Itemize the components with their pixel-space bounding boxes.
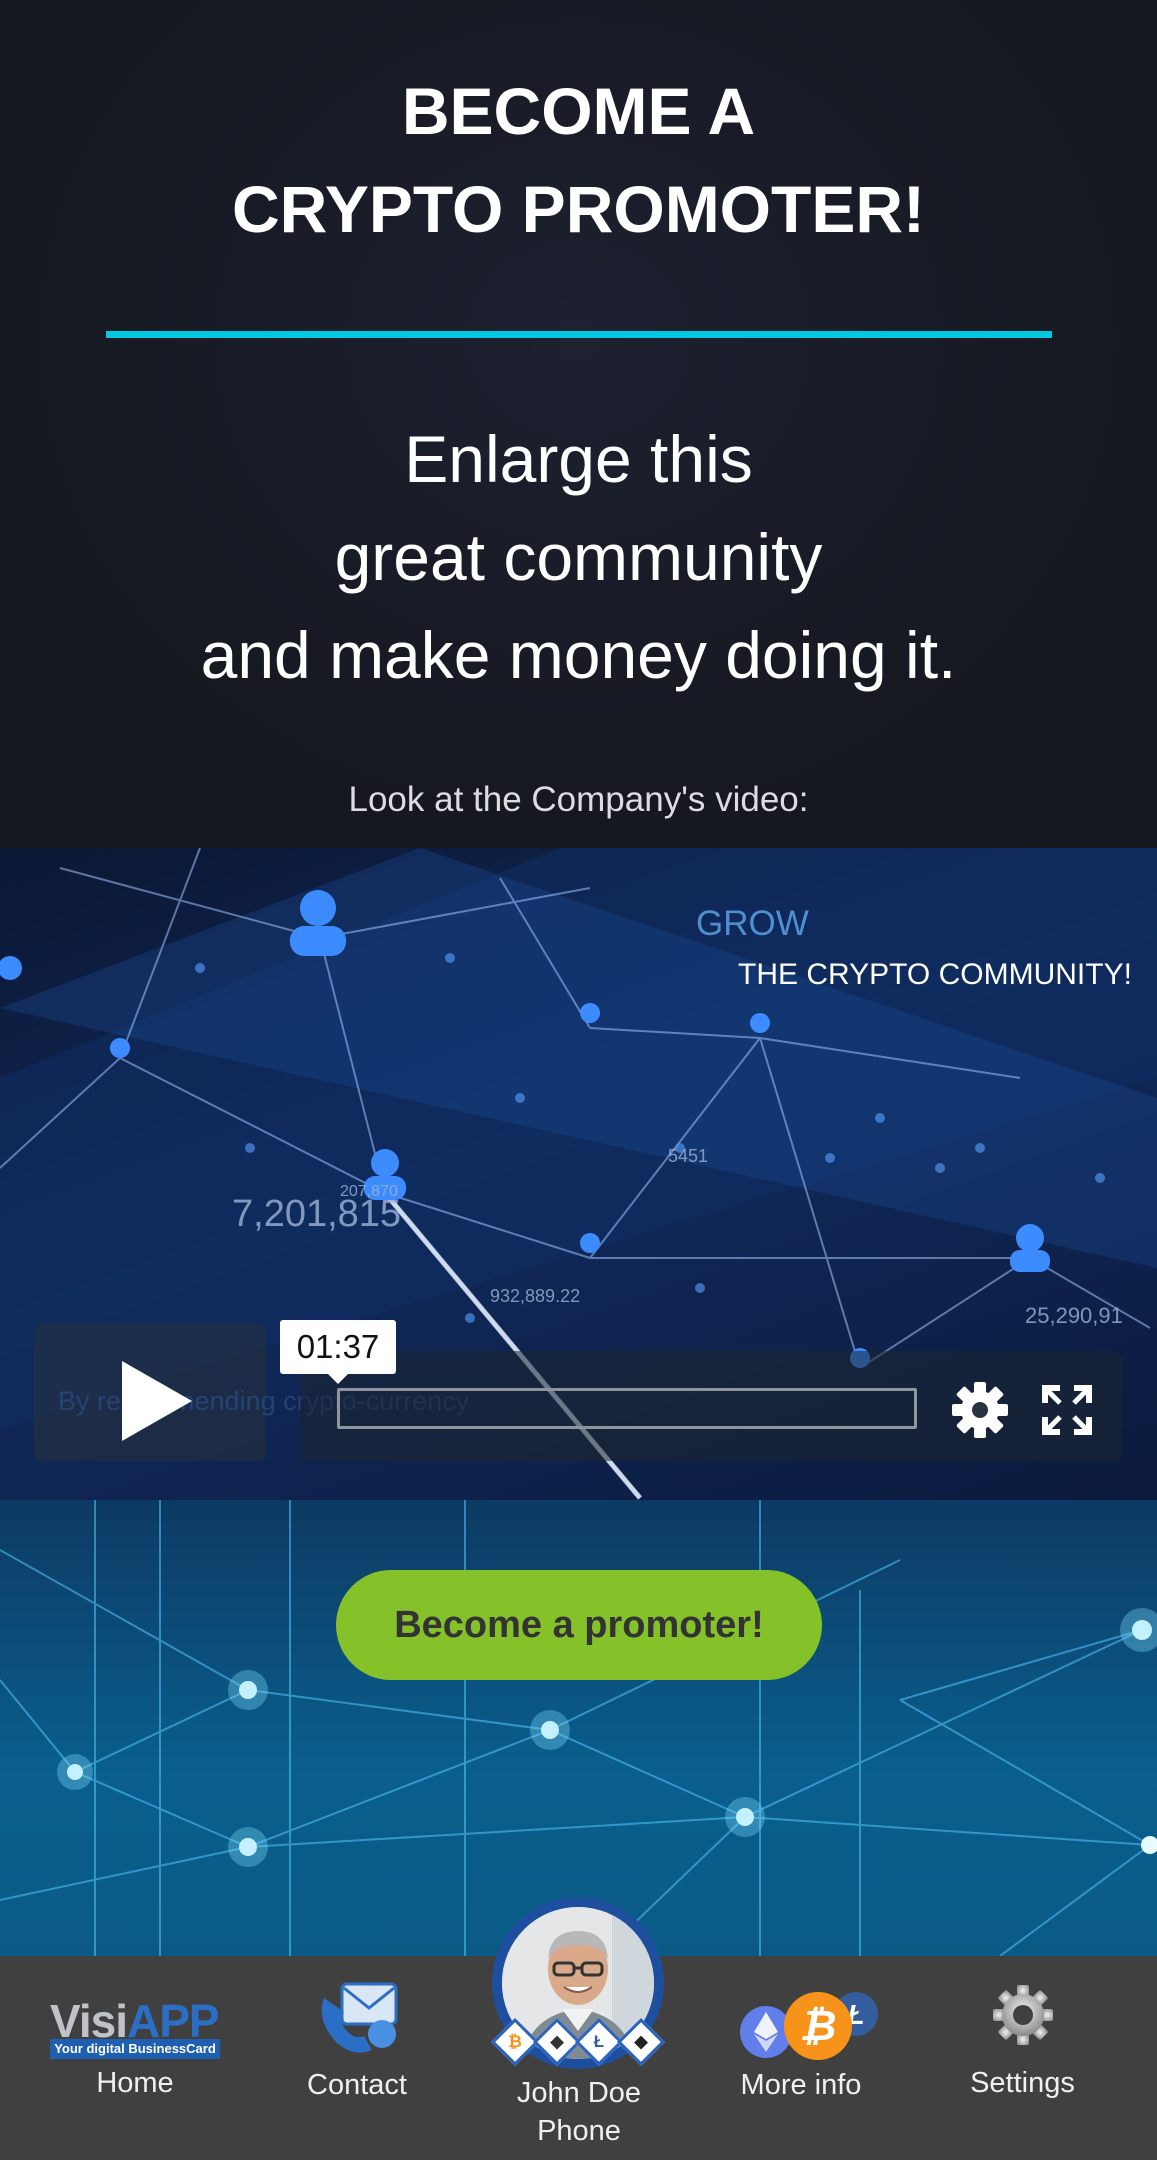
visiapp-logo: VisiAPP Your digital BusinessCard bbox=[50, 1994, 220, 2060]
nav-settings-label: Settings bbox=[970, 2067, 1075, 2099]
network-lights-background bbox=[0, 1500, 1157, 1956]
cta-section: Become a promoter! bbox=[0, 1500, 1157, 1956]
profile-name: John Doe bbox=[516, 2077, 642, 2109]
logo-tagline: Your digital BusinessCard bbox=[50, 2039, 220, 2059]
video-overlay-grow: GROW bbox=[696, 904, 809, 943]
become-promoter-button[interactable]: Become a promoter! bbox=[336, 1570, 822, 1680]
video-number-d: 5451 bbox=[668, 1146, 709, 1166]
fullscreen-icon[interactable] bbox=[1040, 1383, 1094, 1437]
subtitle-line-1: Enlarge this bbox=[404, 422, 753, 496]
video-number-b: 932,889.22 bbox=[490, 1286, 581, 1306]
nav-contact[interactable]: Contact bbox=[270, 1956, 444, 2160]
page-title: BECOME A CRYPTO PROMOTER! bbox=[0, 62, 1157, 258]
video-number-c: 25,290,91 bbox=[1025, 1303, 1123, 1328]
settings-gear-icon[interactable] bbox=[950, 1380, 1010, 1440]
nav-home[interactable]: VisiAPP Your digital BusinessCard Home bbox=[0, 1956, 270, 2160]
nav-more-info-label: More info bbox=[740, 2069, 862, 2101]
title-line-2: CRYPTO PROMOTER! bbox=[231, 172, 926, 246]
settings-gear-icon bbox=[993, 1985, 1053, 2045]
hero-section: BECOME A CRYPTO PROMOTER! Enlarge this g… bbox=[0, 0, 1157, 848]
crypto-coins-icon: Ł ₿ bbox=[740, 1992, 878, 2060]
nav-contact-label: Contact bbox=[307, 2069, 407, 2101]
progress-bar[interactable] bbox=[337, 1388, 917, 1429]
contact-phone-icon bbox=[321, 1982, 398, 2053]
accent-divider bbox=[106, 331, 1052, 338]
video-overlay-subtitle: THE CRYPTO COMMUNITY! bbox=[738, 958, 1132, 991]
video-player[interactable]: GROW THE CRYPTO COMMUNITY! 7,201,815 932… bbox=[0, 848, 1157, 1500]
title-line-1: BECOME A bbox=[401, 74, 756, 148]
video-number-e: 207,870 bbox=[340, 1183, 398, 1200]
svg-text:₿: ₿ bbox=[800, 2002, 837, 2049]
video-caption: Look at the Company's video: bbox=[348, 780, 809, 819]
nav-profile-label: John Doe Phone bbox=[444, 2074, 714, 2150]
hero-subtitle: Enlarge this great community and make mo… bbox=[0, 410, 1157, 704]
subtitle-line-2: great community bbox=[334, 520, 823, 594]
play-icon[interactable] bbox=[112, 1356, 202, 1446]
subtitle-line-3: and make money doing it. bbox=[200, 618, 957, 692]
time-tooltip: 01:37 bbox=[280, 1320, 396, 1384]
profile-avatar[interactable]: ₿ ◆ Ł ◆ bbox=[490, 1897, 666, 2069]
nav-home-label: Home bbox=[96, 2067, 174, 2099]
profile-phone: Phone bbox=[537, 2115, 621, 2147]
nav-more-info[interactable]: Ł ₿ More info bbox=[714, 1956, 888, 2160]
nav-settings[interactable]: Settings bbox=[888, 1956, 1157, 2160]
